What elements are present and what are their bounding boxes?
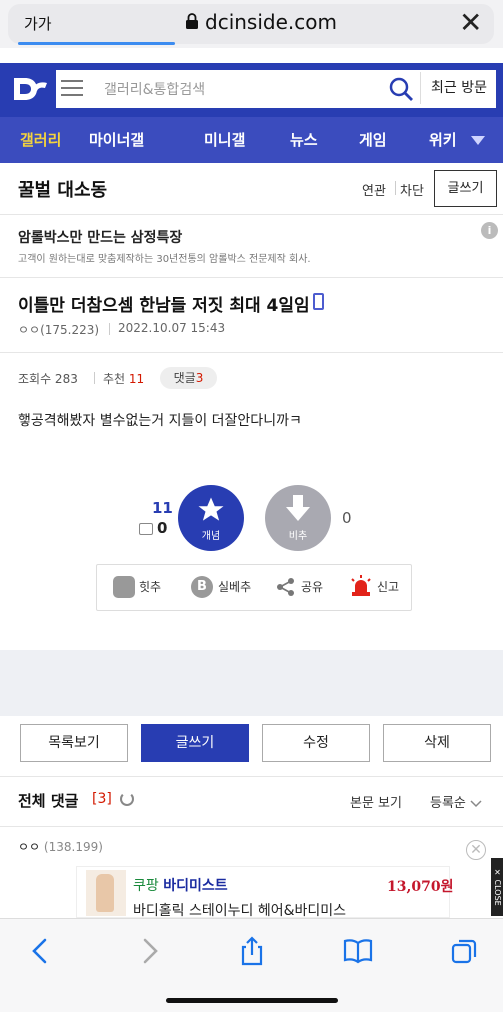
delete-button[interactable]: 삭제 bbox=[383, 724, 491, 762]
fixed-recommend-count: 0 bbox=[157, 519, 168, 537]
siren-icon bbox=[351, 575, 371, 596]
close-icon[interactable]: ✕ bbox=[459, 8, 482, 38]
view-body-button[interactable]: 본문 보기 bbox=[350, 792, 402, 811]
home-indicator bbox=[166, 998, 338, 1003]
share-button[interactable]: 공유 bbox=[301, 578, 323, 595]
divider bbox=[94, 372, 95, 384]
main-nav bbox=[0, 117, 503, 163]
chevron-down-icon bbox=[470, 799, 482, 807]
ad-title[interactable]: 암롤박스만 만드는 삼정특장 bbox=[18, 227, 182, 247]
nav-item-news[interactable]: 뉴스 bbox=[290, 117, 318, 163]
divider bbox=[395, 181, 396, 195]
down-arrow-icon bbox=[286, 495, 310, 521]
view-count: 조회수 283 bbox=[18, 372, 78, 386]
nav-item-mini-gallery[interactable]: 미니갤 bbox=[204, 117, 245, 163]
nav-item-wiki[interactable]: 위키 bbox=[429, 117, 457, 163]
comments-header: 전체 댓글 bbox=[18, 792, 79, 810]
back-icon[interactable] bbox=[26, 936, 56, 966]
share-icon bbox=[277, 578, 294, 596]
sort-order-label: 등록순 bbox=[430, 796, 466, 811]
recommend-count: 추천 11 bbox=[103, 370, 144, 387]
url-text[interactable]: dcinside.com bbox=[205, 10, 337, 34]
ad-brand[interactable]: 쿠팡 바디미스트 bbox=[133, 875, 228, 895]
downvote-label: 비추 bbox=[288, 531, 308, 542]
lock-icon bbox=[186, 13, 198, 29]
ad-price: 13,070원 bbox=[387, 879, 454, 895]
recent-visits-button[interactable]: 최근 방문 bbox=[420, 72, 497, 104]
star-icon bbox=[198, 497, 224, 521]
nav-item-game[interactable]: 게임 bbox=[359, 117, 387, 163]
nav-item-minor-gallery[interactable]: 마이너갤 bbox=[89, 117, 144, 163]
comment-author-name: ㅇㅇ bbox=[18, 840, 41, 854]
divider bbox=[0, 776, 503, 777]
refresh-icon[interactable] bbox=[120, 792, 134, 806]
post-title: 이틀만 더참으셈 한남들 저짓 최대 4일임 bbox=[18, 296, 310, 316]
divider bbox=[0, 352, 503, 353]
comment-number: 3 bbox=[195, 371, 204, 385]
bottle-icon bbox=[96, 874, 114, 912]
best-recommend-button[interactable]: 실베추 bbox=[218, 578, 251, 595]
search-input[interactable]: 갤러리&통합검색 bbox=[104, 79, 205, 99]
comments-count: [3] bbox=[92, 791, 112, 807]
ad-side-close[interactable]: ✕ CLOSE bbox=[491, 858, 503, 916]
write-button[interactable]: 글쓰기 bbox=[141, 724, 249, 762]
divider bbox=[0, 826, 503, 827]
nav-expand-icon[interactable] bbox=[471, 136, 485, 145]
share-sheet-icon[interactable] bbox=[237, 936, 267, 966]
gallery-title[interactable]: 꿀벌 대소동 bbox=[18, 176, 107, 202]
ad-subtitle[interactable]: 고객이 원하는대로 맞춤제작하는 30년전통의 암롤박스 전문제작 회사. bbox=[18, 250, 311, 265]
mobile-icon bbox=[313, 293, 324, 310]
related-link[interactable]: 연관 bbox=[362, 180, 386, 199]
recommend-label: 추천 bbox=[103, 372, 126, 386]
ad-brand-name: 바디미스트 bbox=[163, 878, 228, 894]
nav-item-gallery[interactable]: 갤러리 bbox=[20, 117, 61, 163]
spacer-band bbox=[0, 650, 503, 716]
hit-icon bbox=[113, 576, 135, 598]
bookmarks-icon[interactable] bbox=[343, 936, 373, 966]
ad-product-name[interactable]: 바디홀릭 스테이누디 헤어&바디미스 bbox=[133, 900, 346, 920]
upvote-label: 개념 bbox=[201, 531, 221, 542]
menu-icon[interactable] bbox=[60, 77, 84, 99]
sort-order-select[interactable]: 등록순 bbox=[430, 792, 482, 811]
forward-icon[interactable] bbox=[134, 936, 164, 966]
divider bbox=[0, 277, 503, 278]
best-icon: B bbox=[191, 576, 213, 598]
text-size-button[interactable]: 가가 bbox=[24, 13, 52, 34]
ad-info-icon[interactable]: i bbox=[481, 222, 498, 239]
post-body: 햏공격해봤자 별수없는거 지들이 더잘안다니까ㅋ bbox=[18, 413, 302, 429]
page-load-progress bbox=[18, 42, 175, 45]
list-button[interactable]: 목록보기 bbox=[20, 724, 128, 762]
ad-close-icon[interactable]: ✕ bbox=[466, 840, 486, 860]
block-link[interactable]: 차단 bbox=[400, 180, 424, 199]
tabs-icon[interactable] bbox=[450, 936, 480, 966]
write-button-top[interactable]: 글쓰기 bbox=[434, 170, 497, 207]
ad-brand-prefix: 쿠팡 bbox=[133, 878, 159, 894]
search-icon[interactable] bbox=[388, 76, 414, 102]
divider bbox=[109, 323, 110, 335]
comment-author-ip: (138.199) bbox=[43, 840, 103, 854]
recommend-number: 11 bbox=[128, 372, 145, 386]
hit-recommend-button[interactable]: 힛추 bbox=[139, 578, 161, 595]
divider bbox=[0, 214, 503, 215]
report-button[interactable]: 신고 bbox=[377, 578, 399, 595]
upvote-count: 11 bbox=[152, 499, 173, 517]
comment-author[interactable]: ㅇㅇ (138.199) bbox=[18, 838, 103, 855]
downvote-count: 0 bbox=[342, 509, 352, 527]
post-date: 2022.10.07 15:43 bbox=[118, 321, 226, 335]
comment-label: 댓글 bbox=[173, 371, 196, 385]
comment-count-badge[interactable]: 댓글3 bbox=[160, 367, 217, 389]
post-author[interactable]: ㅇㅇ(175.223) bbox=[18, 321, 99, 338]
edit-button[interactable]: 수정 bbox=[262, 724, 370, 762]
fixed-recommend-icon bbox=[139, 523, 153, 535]
dcinside-logo[interactable] bbox=[10, 70, 50, 108]
